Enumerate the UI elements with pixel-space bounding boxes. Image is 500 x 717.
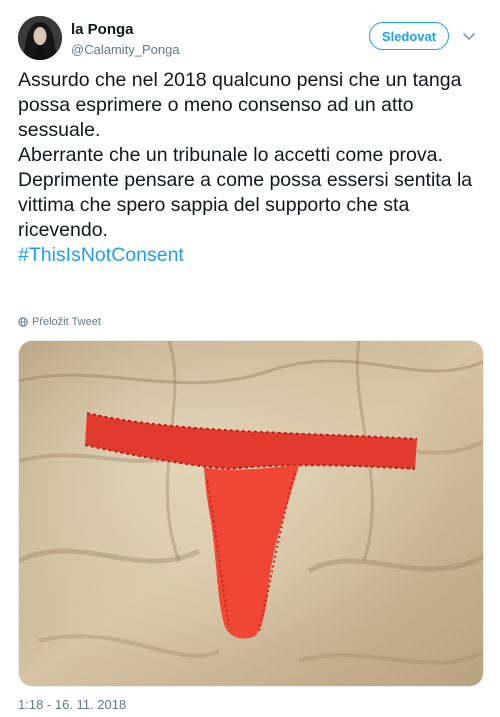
author-name[interactable]: la Ponga — [71, 21, 134, 38]
tweet-card: la Ponga @Calamity_Ponga Sledovat Assurd… — [0, 0, 500, 717]
follow-button[interactable]: Sledovat — [369, 22, 449, 50]
tweet-text: Assurdo che nel 2018 qualcuno pensi che … — [18, 68, 488, 268]
translate-link[interactable]: Přeložit Tweet — [18, 316, 101, 328]
hashtag-link[interactable]: #ThisIsNotConsent — [18, 244, 184, 266]
tweet-line: Assurdo che nel 2018 qualcuno pensi che … — [18, 69, 462, 141]
tweet-photo[interactable] — [18, 340, 484, 687]
tweet-timestamp[interactable]: 1:18 - 16. 11. 2018 — [18, 697, 126, 712]
tweet-line: Deprimente pensare a come possa essersi … — [18, 169, 473, 241]
chevron-down-icon[interactable] — [461, 28, 477, 44]
author-handle[interactable]: @Calamity_Ponga — [71, 42, 180, 57]
tweet-header: la Ponga @Calamity_Ponga Sledovat — [18, 16, 484, 64]
globe-icon — [18, 317, 28, 327]
tweet-line: Aberrante che un tribunale lo accetti co… — [18, 144, 443, 166]
translate-label: Přeložit Tweet — [32, 316, 101, 328]
avatar[interactable] — [18, 16, 62, 60]
